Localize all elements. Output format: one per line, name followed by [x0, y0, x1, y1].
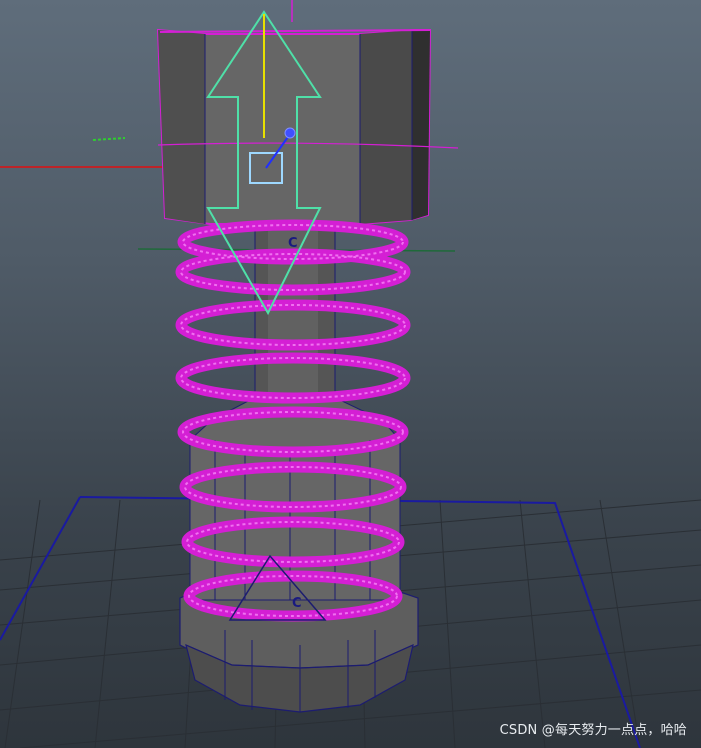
bolt-head[interactable]	[156, 28, 459, 225]
scene-canvas[interactable]: C C	[0, 0, 701, 748]
watermark-text: CSDN @每天努力一点点，哈哈	[499, 723, 687, 738]
pivot-marker-label-bottom: C	[292, 596, 302, 611]
green-axis-indicator	[92, 137, 126, 141]
maya-viewport[interactable]: C C CSDN @每天努力一点点，哈哈	[0, 0, 701, 748]
bolt-shaft[interactable]	[189, 209, 401, 601]
pivot-marker-label-top: C	[288, 236, 298, 251]
pivot-point-icon[interactable]	[284, 127, 296, 139]
